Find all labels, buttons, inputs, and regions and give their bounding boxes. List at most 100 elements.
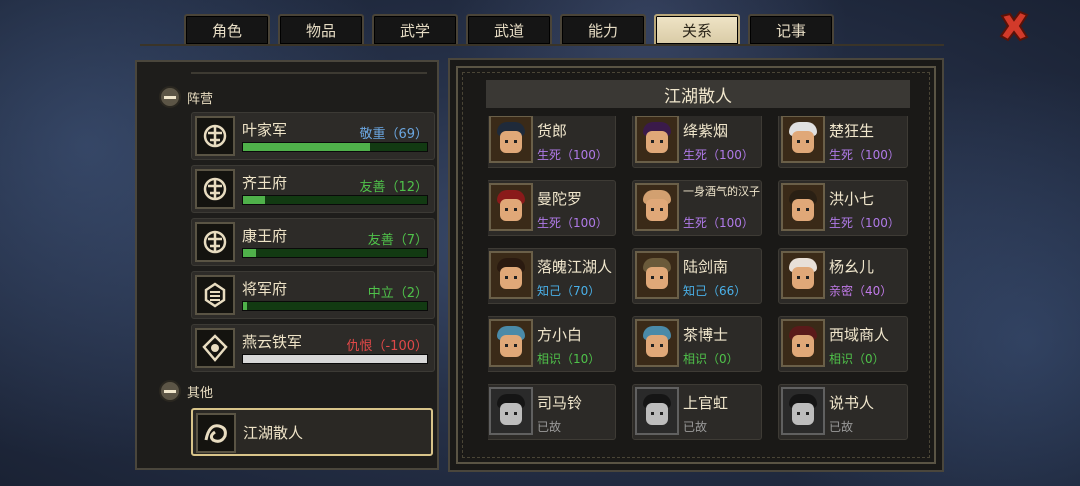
character-name: 上官虹 [683,394,729,412]
faction-panel: 阵营 叶家军 敬重（69） 齐王府 友善（12） 康王府 友善（7） 将军府 中立（2） 燕云铁… [135,60,439,470]
panel-title: 江湖散人 [486,80,910,108]
character-card[interactable]: 司马铃 已故 [488,384,616,440]
iron-army-emblem-icon [195,328,235,368]
character-portrait [781,251,825,299]
relationship-status: 生死（100） [829,216,900,230]
relationship-status: 相识（0） [829,352,885,366]
section-label: 阵营 [187,91,214,107]
tab-5[interactable]: 关系 [654,14,740,44]
wanderer-emblem-icon [196,413,236,453]
relationship-status: 生死（100） [537,148,608,162]
character-portrait [635,183,679,231]
tree-emblem-icon [195,222,235,262]
reputation-fill [243,196,266,204]
character-card[interactable]: 上官虹 已故 [632,384,762,440]
character-name: 楚狂生 [829,122,875,140]
character-card[interactable]: 西域商人相识（0） [778,316,908,372]
tab-4[interactable]: 能力 [560,14,646,44]
character-name: 杨幺儿 [829,258,875,276]
reputation-fill [243,143,370,151]
character-card[interactable]: 洪小七生死（100） [778,180,908,236]
character-portrait [489,116,533,163]
reputation-fill [243,302,247,310]
faction-name: 康王府 [242,227,288,245]
faction-name: 将军府 [242,280,288,298]
character-portrait [635,319,679,367]
character-card[interactable]: 落魄江湖人知己（70） [488,248,616,304]
character-card[interactable]: 绛紫烟生死（100） [632,116,762,168]
character-name: 说书人 [829,394,875,412]
relationship-status: 已故 [537,420,562,434]
character-card[interactable]: 方小白 相识（10） [488,316,616,372]
faction-name: 江湖散人 [243,424,304,442]
relationship-status: 生死（100） [537,216,608,230]
character-name: 一身酒气的汉子 [683,185,760,198]
faction-item[interactable]: 燕云铁军 仇恨（-100） [191,324,435,372]
relationship-status: 亲密（40） [829,284,893,298]
collapse-icon[interactable] [159,380,181,402]
tab-3[interactable]: 武道 [466,14,552,44]
faction-item[interactable]: 康王府 友善（7） [191,218,435,266]
faction-status: 友善（12） [359,180,428,195]
tab-1[interactable]: 物品 [278,14,364,44]
relationship-status: 生死（100） [683,216,754,230]
character-name: 陆剑南 [683,258,729,276]
character-portrait [781,387,825,435]
faction-name: 燕云铁军 [242,333,303,351]
faction-item[interactable]: 齐王府 友善（12） [191,165,435,213]
relationship-status: 相识（10） [537,352,601,366]
faction-status: 友善（7） [367,233,428,248]
character-name: 绛紫烟 [683,122,729,140]
collapse-icon[interactable] [159,86,181,108]
relationship-status: 知己（70） [537,284,601,298]
character-portrait [489,319,533,367]
faction-name: 叶家军 [242,121,288,139]
character-portrait [635,116,679,163]
relationship-status: 已故 [683,420,708,434]
reputation-bar [242,354,428,364]
tab-6[interactable]: 记事 [748,14,834,44]
section-factions[interactable]: 阵营 [159,86,213,108]
faction-item[interactable]: 叶家军 敬重（69） [191,112,435,160]
character-name: 西域商人 [829,326,890,344]
faction-item[interactable]: 将军府 中立（2） [191,271,435,319]
relationship-status: 相识（0） [683,352,739,366]
character-grid: 货郎 生死（100） 绛紫烟 生死（100） 楚狂生 生死（100） 曼陀罗 生死（100）一… [488,116,912,456]
character-card[interactable]: 杨幺儿亲密（40） [778,248,908,304]
character-portrait [489,183,533,231]
close-icon[interactable] [996,8,1032,44]
character-card[interactable]: 说书人 已故 [778,384,908,440]
character-portrait [781,116,825,163]
reputation-bar [242,248,428,258]
faction-name: 齐王府 [242,174,288,192]
character-name: 落魄江湖人 [537,258,613,276]
relationship-status: 生死（100） [829,148,900,162]
reputation-bar [242,195,428,205]
tab-bar: 角色 物品 武学 武道 能力 关系 记事 [184,14,834,44]
character-portrait [781,319,825,367]
reputation-bar [242,301,428,311]
relationship-status: 生死（100） [683,148,754,162]
character-card[interactable]: 一身酒气的汉子 生死（100） [632,180,762,236]
character-name: 司马铃 [537,394,583,412]
reputation-fill [243,249,256,257]
relationship-panel: 江湖散人 货郎 生死（100） 绛紫烟 生死（100） 楚狂生 生死（100） 曼陀罗 生死（… [448,58,944,472]
character-portrait [635,387,679,435]
relationship-status: 已故 [829,420,854,434]
character-card[interactable]: 陆剑南 知己（66） [632,248,762,304]
character-card[interactable]: 曼陀罗生死（100） [488,180,616,236]
character-name: 货郎 [537,122,568,140]
tab-2[interactable]: 武学 [372,14,458,44]
faction-item-wanderers[interactable]: 江湖散人 [191,408,433,456]
character-portrait [489,387,533,435]
character-card[interactable]: 茶博士 相识（0） [632,316,762,372]
character-card[interactable]: 货郎生死（100） [488,116,616,168]
faction-status: 仇恨（-100） [346,339,428,354]
character-name: 洪小七 [829,190,875,208]
character-portrait [635,251,679,299]
section-other[interactable]: 其他 [159,380,213,402]
tab-0[interactable]: 角色 [184,14,270,44]
character-card[interactable]: 楚狂生生死（100） [778,116,908,168]
tab-divider [140,44,944,46]
character-name: 曼陀罗 [537,190,583,208]
